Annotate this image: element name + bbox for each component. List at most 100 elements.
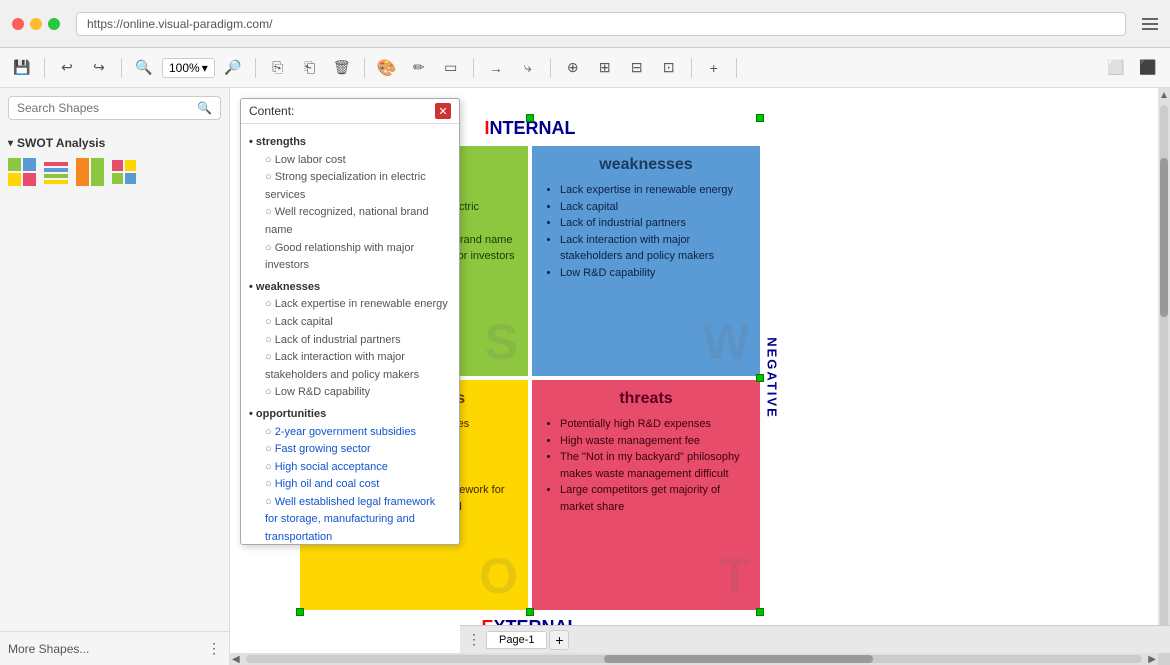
- canvas-area[interactable]: INTERNAL POSITIVE NEGATIVE strengths Low…: [230, 88, 1170, 665]
- panel-toggle-2[interactable]: ⬛: [1134, 54, 1162, 82]
- shape-icon-4[interactable]: [110, 158, 138, 186]
- sidebar-bottom: More Shapes... ⋮: [0, 631, 229, 665]
- list-item: Large competitors get majority of market…: [560, 482, 748, 515]
- negative-label: NEGATIVE: [764, 337, 779, 419]
- content-category-strengths: strengths Low labor cost Strong speciali…: [249, 134, 451, 275]
- content-panel-close-button[interactable]: ✕: [435, 103, 451, 119]
- selection-handle-bottom[interactable]: [526, 608, 534, 616]
- traffic-lights: [12, 18, 60, 30]
- list-item: Good relationship with major investors: [265, 240, 451, 275]
- list-item: Lack capital: [560, 199, 748, 216]
- redo-button[interactable]: ↪: [85, 54, 113, 82]
- list-item: Lack capital: [265, 314, 451, 332]
- list-item: The "Not in my backyard" philosophy make…: [560, 449, 748, 482]
- page-tab-1[interactable]: Page-1: [486, 631, 547, 649]
- scrollbar-thumb-y[interactable]: [1160, 158, 1168, 317]
- search-input[interactable]: [17, 101, 197, 115]
- scrollbar-track-x[interactable]: [246, 655, 1143, 663]
- save-button[interactable]: 💾: [8, 54, 36, 82]
- content-list: strengths Low labor cost Strong speciali…: [249, 134, 451, 544]
- list-item: Low R&D capability: [265, 384, 451, 402]
- scrollbar-thumb-x[interactable]: [604, 655, 873, 663]
- selection-handle-tr[interactable]: [756, 114, 764, 122]
- maximize-button[interactable]: [48, 18, 60, 30]
- arrow-button[interactable]: →: [482, 54, 510, 82]
- weaknesses-sublist: Lack expertise in renewable energy Lack …: [249, 296, 451, 402]
- selection-handle-br[interactable]: [756, 608, 764, 616]
- url-bar[interactable]: https://online.visual-paradigm.com/: [76, 12, 1126, 36]
- align-button[interactable]: ⊡: [655, 54, 683, 82]
- more-shapes-button[interactable]: More Shapes...: [8, 642, 89, 656]
- list-item: Well recognized, national brand name: [265, 204, 451, 239]
- connector-button[interactable]: ⤷: [514, 54, 542, 82]
- list-item: Lack expertise in renewable energy: [265, 296, 451, 314]
- shape-icon-1[interactable]: [8, 158, 36, 186]
- add-button[interactable]: +: [700, 54, 728, 82]
- delete-button[interactable]: 🗑: [328, 54, 356, 82]
- list-item: Lack interaction with major stakeholders…: [560, 232, 748, 265]
- undo-button[interactable]: ↩: [53, 54, 81, 82]
- opportunities-watermark: O: [479, 547, 518, 605]
- horizontal-scrollbar[interactable]: ◀ ▶: [230, 653, 1158, 665]
- list-item: High waste management fee: [560, 433, 748, 450]
- layout-button[interactable]: ⊟: [623, 54, 651, 82]
- strengths-watermark: S: [485, 313, 518, 371]
- line-color-button[interactable]: ✏: [405, 54, 433, 82]
- selection-handle-bl[interactable]: [296, 608, 304, 616]
- list-item: Low R&D capability: [560, 265, 748, 282]
- sidebar: 🔍 ▾ SWOT Analysis: [0, 88, 230, 665]
- vertical-scrollbar[interactable]: ▲ ▼: [1158, 88, 1170, 653]
- minimize-button[interactable]: [30, 18, 42, 30]
- weaknesses-cell: weaknesses Lack expertise in renewable e…: [532, 146, 760, 376]
- copy-button[interactable]: ⎘: [264, 54, 292, 82]
- selection-handle-top[interactable]: [526, 114, 534, 122]
- search-box[interactable]: 🔍: [8, 96, 221, 120]
- list-item: Low labor cost: [265, 152, 451, 170]
- threats-cell: threats Potentially high R&D expenses Hi…: [532, 380, 760, 610]
- list-item: Fast growing sector: [265, 441, 451, 459]
- add-page-button[interactable]: +: [549, 630, 569, 650]
- close-button[interactable]: [12, 18, 24, 30]
- zoom-dropdown-icon: ▾: [202, 61, 208, 75]
- toolbar: 💾 ↩ ↪ 🔍 100% ▾ 🔎 ⎘ ⎗ 🗑 🎨 ✏ ▭ → ⤷ ⊕ ⊞ ⊟ ⊡…: [0, 48, 1170, 88]
- toolbar-separator-4: [364, 58, 365, 78]
- threats-title: threats: [544, 390, 748, 408]
- content-panel-header: Content: ✕: [241, 99, 459, 124]
- swot-section-label: SWOT Analysis: [17, 136, 105, 150]
- threats-list: Potentially high R&D expenses High waste…: [544, 416, 748, 515]
- content-category-opportunities: opportunities 2-year government subsidie…: [249, 406, 451, 544]
- zoom-in-button[interactable]: 🔍: [130, 54, 158, 82]
- fill-color-button[interactable]: 🎨: [373, 54, 401, 82]
- browser-menu-icon[interactable]: [1142, 18, 1158, 30]
- toolbar-separator-2: [121, 58, 122, 78]
- content-panel: Content: ✕ strengths Low labor cost Stro…: [240, 98, 460, 545]
- zoom-control[interactable]: 100% ▾: [162, 58, 215, 78]
- shape-icons-row: [8, 154, 221, 190]
- shape-icon-3[interactable]: [76, 158, 104, 186]
- page-tab-menu-button[interactable]: ⋮: [464, 630, 484, 650]
- list-item: Strong specialization in electric servic…: [265, 169, 451, 204]
- list-item: High social acceptance: [265, 459, 451, 477]
- paste-button[interactable]: ⎗: [296, 54, 324, 82]
- content-panel-title: Content:: [249, 104, 294, 118]
- selection-handle-right[interactable]: [756, 374, 764, 382]
- weaknesses-list: Lack expertise in renewable energy Lack …: [544, 182, 748, 281]
- swot-section-header[interactable]: ▾ SWOT Analysis: [8, 132, 221, 154]
- arrange-button[interactable]: ⊞: [591, 54, 619, 82]
- sidebar-collapse-button[interactable]: ⋮: [207, 640, 221, 657]
- list-item: Well established legal framework for sto…: [265, 494, 451, 544]
- group-button[interactable]: ⊕: [559, 54, 587, 82]
- shape-icon-2[interactable]: [42, 158, 70, 186]
- content-category-weaknesses: weaknesses Lack expertise in renewable e…: [249, 279, 451, 402]
- zoom-out-button[interactable]: 🔎: [219, 54, 247, 82]
- content-panel-body: strengths Low labor cost Strong speciali…: [241, 124, 459, 544]
- list-item: Lack of industrial partners: [265, 332, 451, 350]
- main-layout: 🔍 ▾ SWOT Analysis: [0, 88, 1170, 665]
- toolbar-separator-3: [255, 58, 256, 78]
- canvas-content: INTERNAL POSITIVE NEGATIVE strengths Low…: [230, 88, 1158, 653]
- panel-toggle-1[interactable]: ⬜: [1102, 54, 1130, 82]
- shape-style-button[interactable]: ▭: [437, 54, 465, 82]
- zoom-level: 100%: [169, 61, 200, 75]
- page-tabs: ⋮ Page-1 +: [460, 625, 1170, 653]
- threats-watermark: T: [719, 547, 750, 605]
